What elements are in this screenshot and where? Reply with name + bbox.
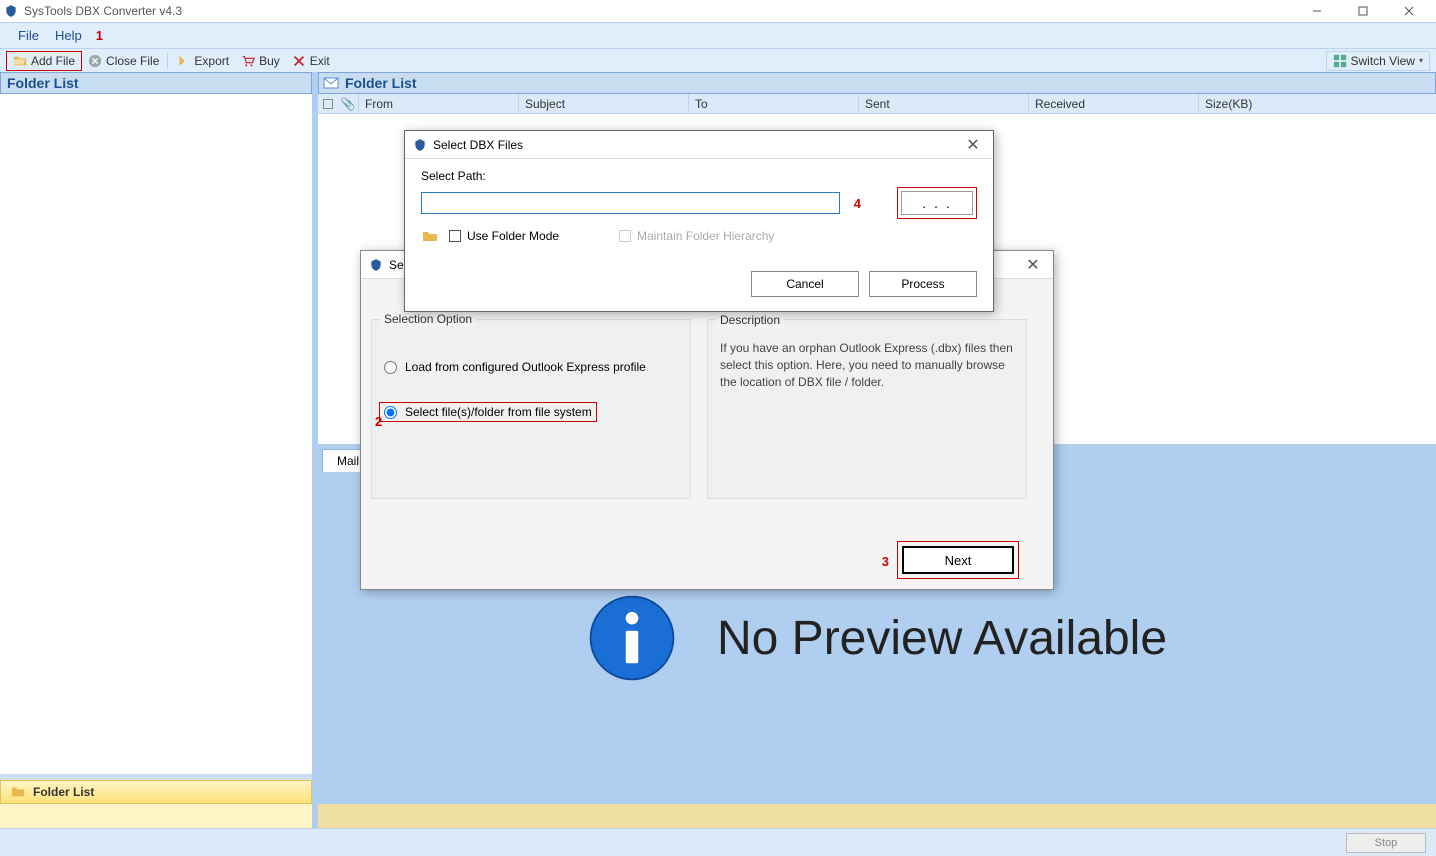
stop-button: Stop <box>1346 833 1426 853</box>
radio-select-filesystem[interactable]: Select file(s)/folder from file system <box>384 405 592 419</box>
close-file-button[interactable]: Close File <box>82 51 165 71</box>
annotation-1: 1 <box>96 28 103 43</box>
export-button[interactable]: Export <box>170 51 235 71</box>
annotation-2: 2 <box>375 414 382 429</box>
add-file-button[interactable]: Add File <box>6 51 82 71</box>
statusbar: Stop <box>0 828 1436 856</box>
process-button[interactable]: Process <box>869 271 977 297</box>
buy-button[interactable]: Buy <box>235 51 286 71</box>
dialog-close-button[interactable]: ✕ <box>1013 255 1053 275</box>
cart-icon <box>241 54 255 68</box>
right-bottom-strip <box>318 804 1436 828</box>
envelope-icon <box>323 76 339 90</box>
info-icon <box>587 593 677 683</box>
path-input[interactable] <box>421 192 840 214</box>
select-dbx-files-dialog: Select DBX Files ✕ Select Path: 4 . . . … <box>404 130 994 312</box>
next-button[interactable]: Next <box>902 546 1014 574</box>
radio-filesystem-highlight: Select file(s)/folder from file system <box>379 402 597 422</box>
radio-load-profile-input[interactable] <box>384 361 397 374</box>
toolbar: Add File Close File Export Buy Exit Swit… <box>0 48 1436 72</box>
app-shield-icon <box>413 138 427 152</box>
menu-file[interactable]: File <box>10 28 47 43</box>
next-highlight: Next <box>897 541 1019 579</box>
cancel-button[interactable]: Cancel <box>751 271 859 297</box>
col-sent[interactable]: Sent <box>858 94 1028 113</box>
dialog2-close-button[interactable]: ✕ <box>953 135 993 155</box>
layout-icon <box>1333 54 1347 68</box>
app-shield-icon <box>369 258 383 272</box>
folder-list-button[interactable]: Folder List <box>0 780 312 804</box>
export-arrow-icon <box>176 54 190 68</box>
browse-button[interactable]: . . . <box>901 191 973 215</box>
description-text: If you have an orphan Outlook Express (.… <box>720 340 1014 390</box>
close-circle-icon <box>88 54 102 68</box>
browse-highlight: . . . <box>897 187 977 219</box>
folder-icon <box>11 785 25 799</box>
right-header: Folder List <box>318 72 1436 94</box>
folder-tree[interactable] <box>0 94 312 774</box>
col-to[interactable]: To <box>688 94 858 113</box>
selection-option-group: Selection Option Load from configured Ou… <box>371 319 691 499</box>
exit-button[interactable]: Exit <box>286 51 336 71</box>
left-pane: Folder List . . . . . Folder List <box>0 72 314 828</box>
left-bottom-strip <box>0 804 312 828</box>
select-all-checkbox[interactable] <box>318 99 338 109</box>
radio-select-filesystem-input[interactable] <box>384 406 397 419</box>
annotation-4: 4 <box>854 196 861 211</box>
radio-load-profile[interactable]: Load from configured Outlook Express pro… <box>384 360 678 374</box>
menubar: File Help 1 <box>0 22 1436 48</box>
dialog2-titlebar[interactable]: Select DBX Files ✕ <box>405 131 993 159</box>
col-subject[interactable]: Subject <box>518 94 688 113</box>
folder-open-icon <box>13 54 27 68</box>
use-folder-mode-checkbox[interactable]: Use Folder Mode <box>449 229 559 243</box>
col-from[interactable]: From <box>358 94 518 113</box>
annotation-3: 3 <box>882 554 889 569</box>
folder-list-header: Folder List <box>0 72 312 94</box>
no-preview-text: No Preview Available <box>717 611 1167 666</box>
app-icon <box>4 4 18 18</box>
chevron-down-icon: ▾ <box>1419 56 1423 65</box>
col-received[interactable]: Received <box>1028 94 1198 113</box>
maximize-button[interactable] <box>1340 0 1386 22</box>
attachment-column-icon[interactable]: 📎 <box>338 97 358 111</box>
select-path-label: Select Path: <box>421 169 977 183</box>
minimize-button[interactable] <box>1294 0 1340 22</box>
folder-icon <box>421 229 439 243</box>
switch-view-button[interactable]: Switch View ▾ <box>1326 51 1431 71</box>
app-title: SysTools DBX Converter v4.3 <box>24 4 182 18</box>
col-size[interactable]: Size(KB) <box>1198 94 1436 113</box>
titlebar: SysTools DBX Converter v4.3 <box>0 0 1436 22</box>
windows-close-button[interactable] <box>1386 0 1432 22</box>
description-group: Description If you have an orphan Outloo… <box>707 319 1027 499</box>
exit-x-icon <box>292 54 306 68</box>
maintain-hierarchy-checkbox: Maintain Folder Hierarchy <box>619 229 774 243</box>
menu-help[interactable]: Help <box>47 28 90 43</box>
column-headers: 📎 From Subject To Sent Received Size(KB) <box>318 94 1436 114</box>
